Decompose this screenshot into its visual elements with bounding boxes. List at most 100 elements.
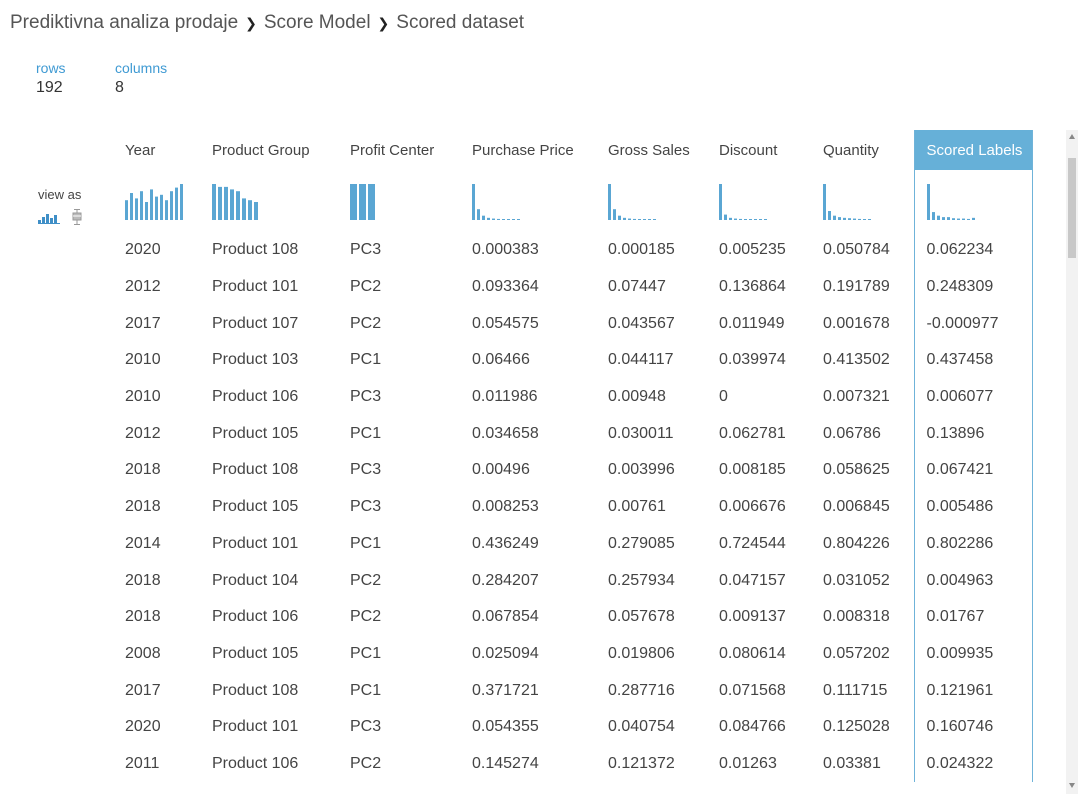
cell-scored-labels[interactable]: 0.121961: [913, 672, 1033, 709]
cell-gross-sales[interactable]: 0.07447: [596, 269, 707, 306]
cell-discount[interactable]: 0.062781: [707, 415, 811, 452]
cell-profit-center[interactable]: PC1: [338, 342, 460, 379]
cell-purchase-price[interactable]: 0.011986: [460, 379, 596, 416]
cell-profit-center[interactable]: PC3: [338, 709, 460, 746]
cell-scored-labels[interactable]: 0.024322: [913, 745, 1033, 783]
cell-quantity[interactable]: 0.804226: [811, 526, 914, 563]
histogram-cell-quantity[interactable]: [811, 170, 914, 232]
cell-gross-sales[interactable]: 0.043567: [596, 305, 707, 342]
cell-year[interactable]: 2011: [113, 746, 200, 783]
cell-product-group[interactable]: Product 108: [200, 452, 338, 489]
cell-year[interactable]: 2020: [113, 232, 200, 269]
cell-discount[interactable]: 0.009137: [707, 599, 811, 636]
cell-scored-labels[interactable]: 0.005486: [913, 488, 1033, 526]
cell-purchase-price[interactable]: 0.06466: [460, 342, 596, 379]
column-header-purchase-price[interactable]: Purchase Price: [460, 130, 596, 170]
cell-discount[interactable]: 0.047157: [707, 562, 811, 599]
cell-discount[interactable]: 0.011949: [707, 305, 811, 342]
vertical-scrollbar[interactable]: [1066, 130, 1078, 794]
cell-year[interactable]: 2018: [113, 489, 200, 526]
cell-purchase-price[interactable]: 0.008253: [460, 489, 596, 526]
cell-scored-labels[interactable]: 0.13896: [913, 415, 1033, 453]
cell-purchase-price[interactable]: 0.436249: [460, 526, 596, 563]
cell-year[interactable]: 2010: [113, 342, 200, 379]
cell-scored-labels[interactable]: 0.067421: [913, 452, 1033, 489]
cell-profit-center[interactable]: PC3: [338, 452, 460, 489]
cell-scored-labels[interactable]: 0.437458: [913, 342, 1033, 379]
cell-product-group[interactable]: Product 106: [200, 746, 338, 783]
cell-gross-sales[interactable]: 0.00761: [596, 489, 707, 526]
dataset-table-container[interactable]: Year Product Group Profit Center Purchas…: [113, 130, 1070, 794]
cell-purchase-price[interactable]: 0.145274: [460, 746, 596, 783]
scrollbar-thumb[interactable]: [1068, 158, 1076, 258]
cell-discount[interactable]: 0.724544: [707, 526, 811, 563]
histogram-cell-purchase-price[interactable]: [460, 170, 596, 232]
cell-profit-center[interactable]: PC2: [338, 599, 460, 636]
breadcrumb-experiment[interactable]: Prediktivna analiza prodaje: [10, 12, 238, 34]
histogram-cell-discount[interactable]: [707, 170, 811, 232]
scroll-down-icon[interactable]: [1069, 783, 1075, 788]
cell-product-group[interactable]: Product 101: [200, 526, 338, 563]
column-header-scored-labels[interactable]: Scored Labels: [913, 130, 1033, 170]
cell-purchase-price[interactable]: 0.284207: [460, 562, 596, 599]
cell-discount[interactable]: 0.084766: [707, 709, 811, 746]
histogram-icon[interactable]: [38, 211, 60, 229]
cell-gross-sales[interactable]: 0.257934: [596, 562, 707, 599]
cell-scored-labels[interactable]: 0.006077: [913, 378, 1033, 416]
cell-purchase-price[interactable]: 0.093364: [460, 269, 596, 306]
cell-quantity[interactable]: 0.007321: [811, 379, 914, 416]
cell-year[interactable]: 2017: [113, 672, 200, 709]
cell-year[interactable]: 2012: [113, 415, 200, 452]
cell-profit-center[interactable]: PC3: [338, 489, 460, 526]
cell-quantity[interactable]: 0.06786: [811, 415, 914, 452]
cell-discount[interactable]: 0.005235: [707, 232, 811, 269]
cell-discount[interactable]: 0: [707, 379, 811, 416]
cell-discount[interactable]: 0.039974: [707, 342, 811, 379]
cell-gross-sales[interactable]: 0.287716: [596, 672, 707, 709]
cell-product-group[interactable]: Product 108: [200, 232, 338, 269]
histogram-cell-gross-sales[interactable]: [596, 170, 707, 232]
cell-quantity[interactable]: 0.058625: [811, 452, 914, 489]
cell-year[interactable]: 2018: [113, 599, 200, 636]
cell-gross-sales[interactable]: 0.040754: [596, 709, 707, 746]
cell-discount[interactable]: 0.071568: [707, 672, 811, 709]
cell-quantity[interactable]: 0.006845: [811, 489, 914, 526]
cell-product-group[interactable]: Product 105: [200, 415, 338, 452]
cell-profit-center[interactable]: PC2: [338, 269, 460, 306]
cell-product-group[interactable]: Product 107: [200, 305, 338, 342]
cell-gross-sales[interactable]: 0.030011: [596, 415, 707, 452]
breadcrumb-module[interactable]: Score Model: [264, 12, 371, 34]
cell-purchase-price[interactable]: 0.025094: [460, 636, 596, 673]
cell-purchase-price[interactable]: 0.371721: [460, 672, 596, 709]
cell-product-group[interactable]: Product 104: [200, 562, 338, 599]
column-header-product-group[interactable]: Product Group: [200, 130, 338, 170]
column-header-discount[interactable]: Discount: [707, 130, 811, 170]
cell-profit-center[interactable]: PC3: [338, 379, 460, 416]
cell-year[interactable]: 2017: [113, 305, 200, 342]
cell-purchase-price[interactable]: 0.000383: [460, 232, 596, 269]
cell-purchase-price[interactable]: 0.00496: [460, 452, 596, 489]
cell-profit-center[interactable]: PC1: [338, 526, 460, 563]
column-header-quantity[interactable]: Quantity: [811, 130, 914, 170]
cell-product-group[interactable]: Product 101: [200, 709, 338, 746]
cell-discount[interactable]: 0.01263: [707, 746, 811, 783]
cell-gross-sales[interactable]: 0.019806: [596, 636, 707, 673]
cell-purchase-price[interactable]: 0.034658: [460, 415, 596, 452]
cell-year[interactable]: 2010: [113, 379, 200, 416]
cell-year[interactable]: 2020: [113, 709, 200, 746]
cell-scored-labels[interactable]: 0.062234: [913, 232, 1033, 269]
cell-quantity[interactable]: 0.125028: [811, 709, 914, 746]
cell-scored-labels[interactable]: 0.160746: [913, 708, 1033, 746]
cell-gross-sales[interactable]: 0.044117: [596, 342, 707, 379]
cell-profit-center[interactable]: PC1: [338, 672, 460, 709]
cell-quantity[interactable]: 0.001678: [811, 305, 914, 342]
column-header-gross-sales[interactable]: Gross Sales: [596, 130, 707, 170]
cell-product-group[interactable]: Product 106: [200, 599, 338, 636]
cell-discount[interactable]: 0.080614: [707, 636, 811, 673]
cell-year[interactable]: 2012: [113, 269, 200, 306]
cell-quantity[interactable]: 0.111715: [811, 672, 914, 709]
cell-quantity[interactable]: 0.031052: [811, 562, 914, 599]
cell-quantity[interactable]: 0.413502: [811, 342, 914, 379]
cell-purchase-price[interactable]: 0.054355: [460, 709, 596, 746]
cell-profit-center[interactable]: PC1: [338, 636, 460, 673]
